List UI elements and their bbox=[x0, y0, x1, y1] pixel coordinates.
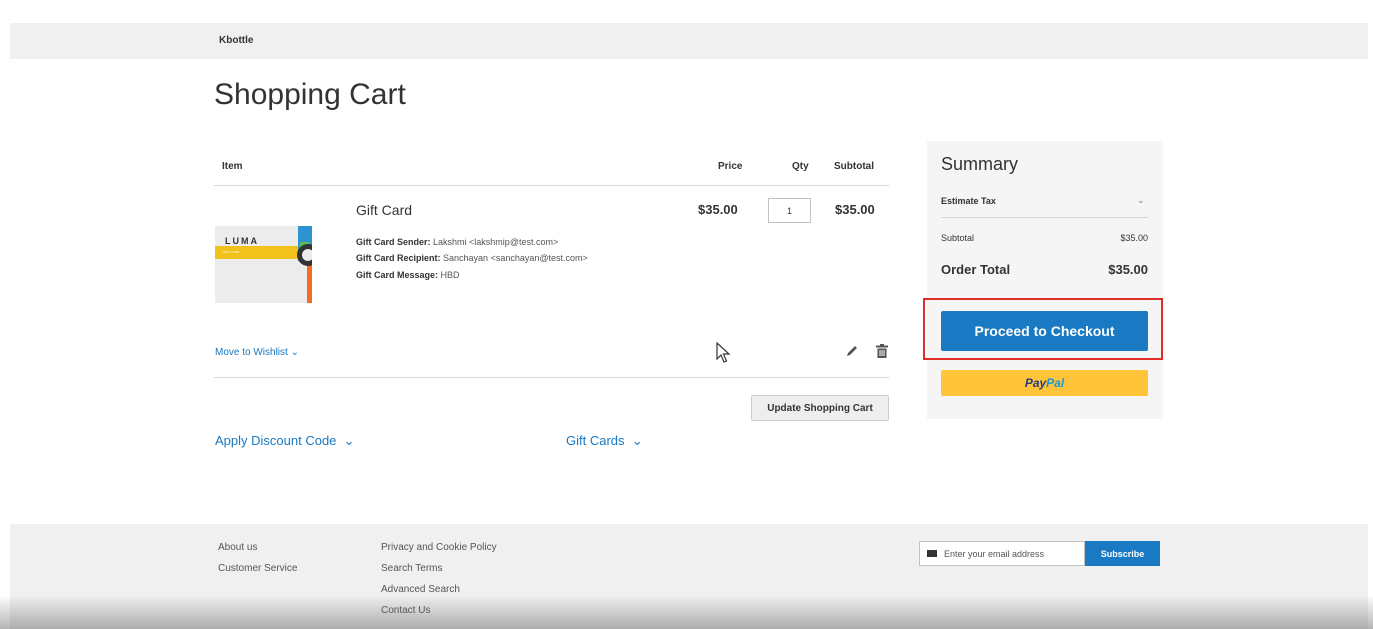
envelope-icon bbox=[927, 550, 937, 557]
option-label: Gift Card Recipient: bbox=[356, 253, 441, 263]
product-image-brand: LUMA bbox=[225, 236, 259, 246]
newsletter-email-field bbox=[919, 541, 1085, 566]
subtotal-value: $35.00 bbox=[1120, 233, 1148, 243]
update-shopping-cart-button[interactable]: Update Shopping Cart bbox=[751, 395, 889, 421]
store-name[interactable]: Kbottle bbox=[219, 35, 253, 46]
column-header-item: Item bbox=[222, 161, 243, 172]
footer-link-advanced-search[interactable]: Advanced Search bbox=[381, 584, 460, 595]
chevron-down-icon: ⌄ bbox=[340, 433, 355, 448]
option-label: Gift Card Message: bbox=[356, 270, 439, 280]
proceed-to-checkout-button[interactable]: Proceed to Checkout bbox=[941, 311, 1148, 351]
option-value: Sanchayan <sanchayan@test.com> bbox=[443, 253, 588, 263]
item-option-recipient: Gift Card Recipient: Sanchayan <sanchaya… bbox=[356, 253, 588, 263]
apply-discount-code-toggle[interactable]: Apply Discount Code ⌄ bbox=[215, 433, 355, 449]
newsletter-email-input[interactable] bbox=[944, 545, 1082, 562]
item-option-message: Gift Card Message: HBD bbox=[356, 270, 460, 280]
item-price: $35.00 bbox=[698, 202, 738, 217]
move-to-wishlist-link[interactable]: Move to Wishlist ⌄ bbox=[215, 347, 299, 358]
mouse-cursor-icon bbox=[716, 342, 731, 363]
pencil-edit-icon[interactable] bbox=[845, 344, 859, 358]
item-option-sender: Gift Card Sender: Lakshmi <lakshmip@test… bbox=[356, 237, 558, 247]
chevron-down-icon: ⌄ bbox=[290, 347, 299, 358]
paypal-logo-part: Pal bbox=[1046, 376, 1065, 390]
footer-link-contact-us[interactable]: Contact Us bbox=[381, 605, 430, 616]
paypal-button[interactable]: PayPal bbox=[941, 370, 1148, 396]
summary-title: Summary bbox=[941, 154, 1019, 174]
footer-link-search-terms[interactable]: Search Terms bbox=[381, 563, 443, 574]
footer-link-about-us[interactable]: About us bbox=[218, 542, 257, 553]
gift-cards-toggle[interactable]: Gift Cards ⌄ bbox=[566, 433, 643, 449]
order-total-value: $35.00 bbox=[1108, 262, 1148, 277]
column-header-qty: Qty bbox=[792, 161, 809, 172]
apply-discount-code-label: Apply Discount Code bbox=[215, 433, 337, 448]
gift-cards-label: Gift Cards bbox=[566, 433, 625, 448]
footer-link-customer-service[interactable]: Customer Service bbox=[218, 563, 297, 574]
chevron-down-icon[interactable]: ⌄ bbox=[1137, 195, 1145, 206]
cart-item-divider bbox=[214, 377, 889, 378]
column-header-subtotal: Subtotal bbox=[834, 161, 874, 172]
trash-icon[interactable] bbox=[876, 344, 888, 358]
order-total-label: Order Total bbox=[941, 262, 1011, 277]
subscribe-button[interactable]: Subscribe bbox=[1085, 541, 1160, 566]
option-value: Lakshmi <lakshmip@test.com> bbox=[433, 237, 559, 247]
estimate-tax-toggle[interactable]: Estimate Tax bbox=[941, 196, 996, 206]
subtotal-label: Subtotal bbox=[941, 233, 975, 243]
product-image-caption: GIFT CARD bbox=[223, 250, 265, 255]
option-label: Gift Card Sender: bbox=[356, 237, 431, 247]
paypal-logo-part: Pay bbox=[1024, 376, 1047, 390]
column-header-price: Price bbox=[718, 161, 743, 172]
qty-input[interactable] bbox=[768, 198, 811, 223]
item-subtotal: $35.00 bbox=[835, 202, 875, 217]
chevron-down-icon: ⌄ bbox=[628, 433, 643, 448]
move-to-wishlist-label: Move to Wishlist bbox=[215, 347, 288, 358]
header-bar: Kbottle bbox=[10, 23, 1368, 59]
summary-divider bbox=[941, 217, 1148, 218]
footer-link-privacy[interactable]: Privacy and Cookie Policy bbox=[381, 542, 497, 553]
footer bbox=[10, 524, 1368, 629]
option-value: HBD bbox=[440, 270, 460, 280]
table-header-divider bbox=[214, 185, 889, 186]
product-name[interactable]: Gift Card bbox=[356, 202, 412, 218]
page-title: Shopping Cart bbox=[214, 78, 406, 111]
product-image[interactable]: LUMA GIFT CARD bbox=[215, 226, 312, 303]
